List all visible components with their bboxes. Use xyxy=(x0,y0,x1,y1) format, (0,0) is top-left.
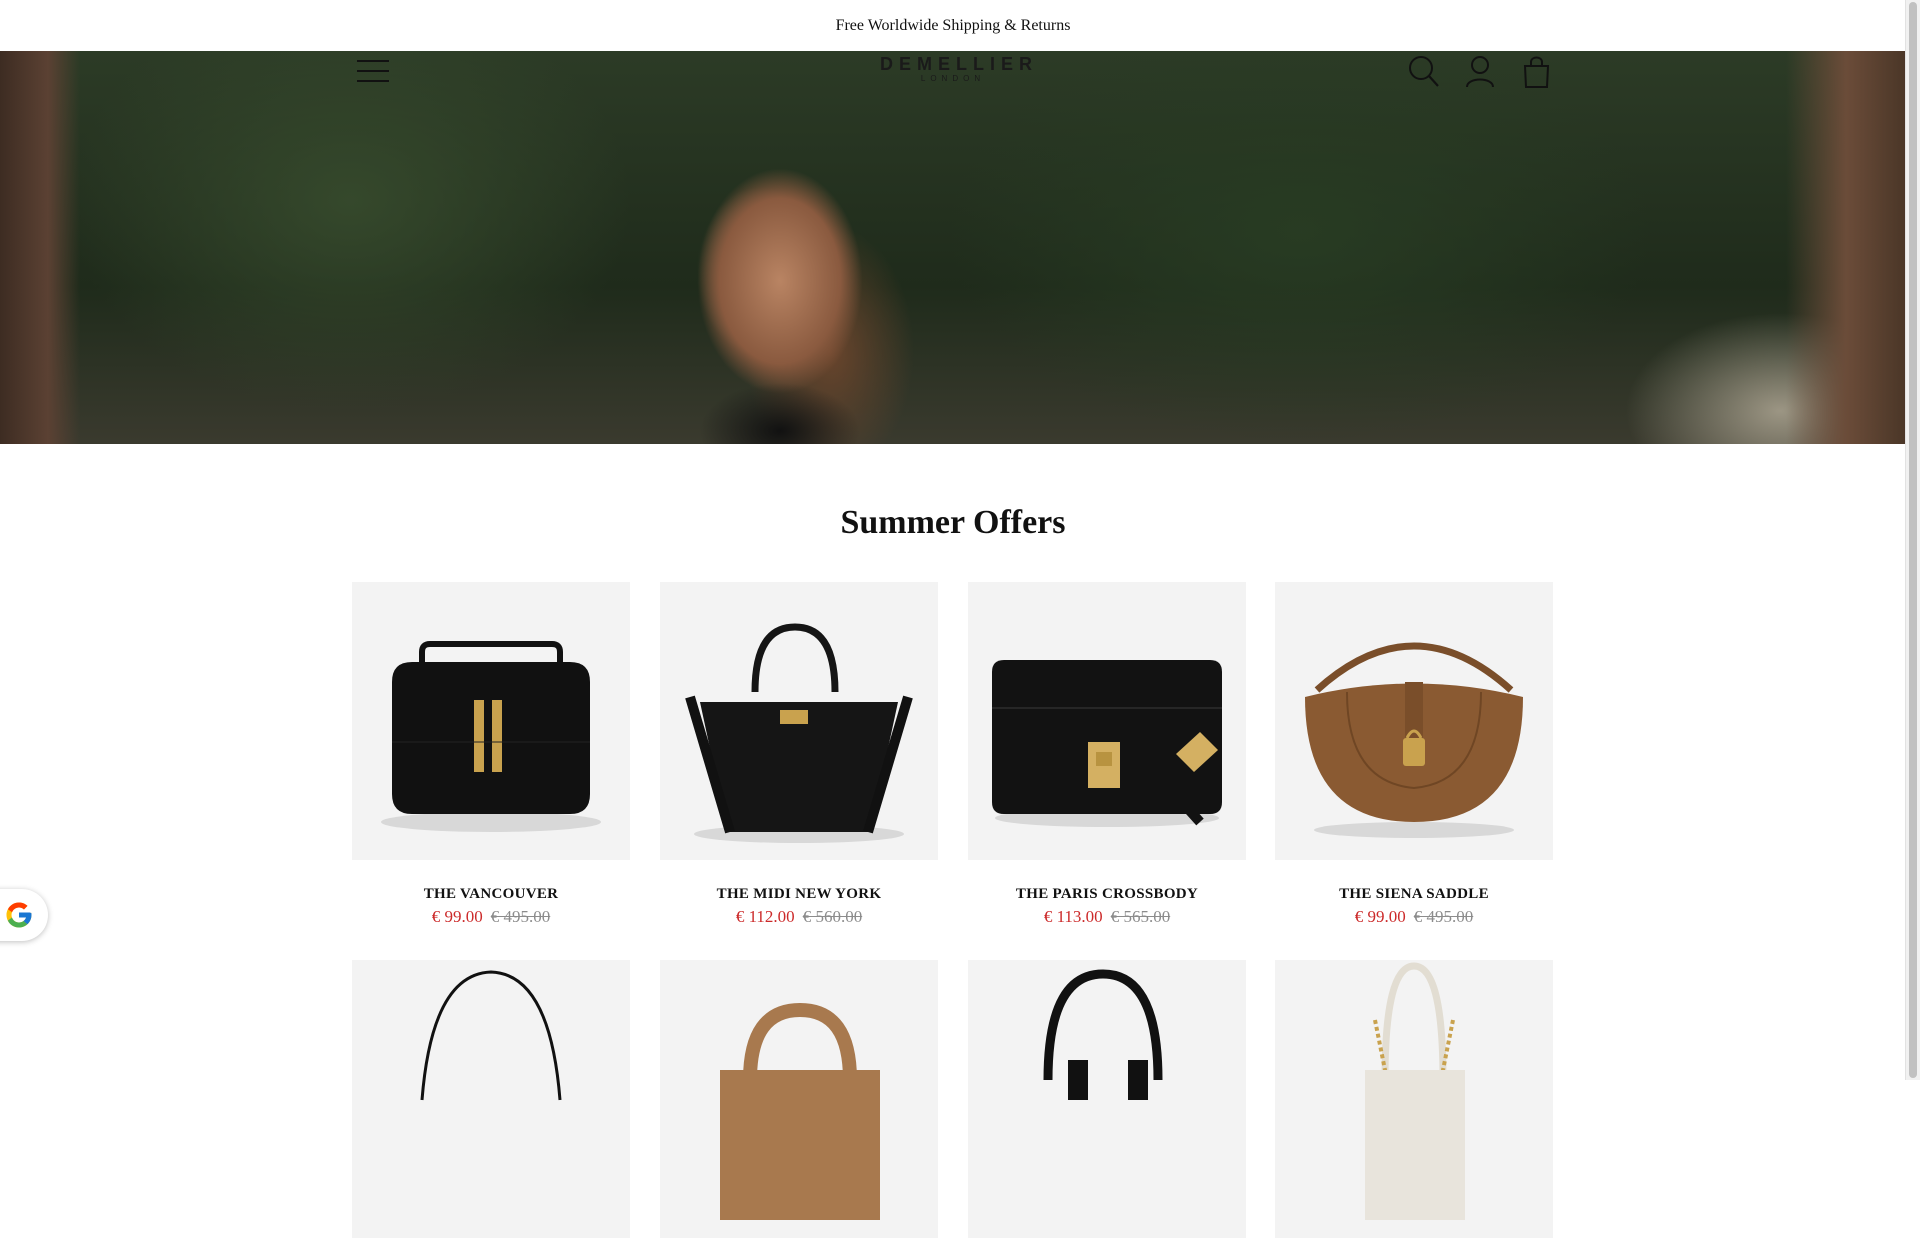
handbag-icon xyxy=(685,623,913,843)
account-icon[interactable] xyxy=(1463,53,1497,89)
product-card[interactable]: THE SIENA SADDLE € 99.00 € 495.00 xyxy=(1275,582,1553,927)
sale-price: € 113.00 xyxy=(1043,907,1103,926)
product-price: € 113.00 € 565.00 xyxy=(968,907,1246,927)
original-price: € 495.00 xyxy=(490,907,551,926)
logo-wordmark: DEMELLIER xyxy=(880,54,1039,74)
product-image[interactable] xyxy=(968,960,1246,1238)
handbag-icon xyxy=(992,660,1222,827)
announcement-bar: Free Worldwide Shipping & Returns xyxy=(0,0,1906,51)
product-card[interactable] xyxy=(968,960,1246,1238)
product-card[interactable]: THE PARIS CROSSBODY € 113.00 € 565.00 xyxy=(968,582,1246,927)
product-price: € 99.00 € 495.00 xyxy=(1275,907,1553,927)
hero-model-dress xyxy=(680,371,880,444)
product-price: € 112.00 € 560.00 xyxy=(660,907,938,927)
page-scrollbar[interactable] xyxy=(1905,0,1920,1080)
product-name[interactable]: THE SIENA SADDLE xyxy=(1275,886,1553,903)
handbag-icon xyxy=(1043,969,1163,1100)
handbag-icon xyxy=(720,1002,880,1220)
menu-icon[interactable] xyxy=(357,60,389,82)
hero-tree-right xyxy=(1786,51,1906,444)
section-title: Summer Offers xyxy=(840,504,1066,541)
product-name[interactable]: THE VANCOUVER xyxy=(352,886,630,903)
sale-price: € 99.00 xyxy=(1354,907,1406,926)
sale-price: € 112.00 xyxy=(735,907,795,926)
hero-tree-left xyxy=(0,51,80,444)
brand-logo[interactable]: DEMELLIER LONDON xyxy=(880,54,1039,88)
product-card[interactable]: THE MIDI NEW YORK € 112.00 € 560.00 xyxy=(660,582,938,927)
product-image[interactable] xyxy=(1275,960,1553,1238)
product-image[interactable] xyxy=(660,960,938,1238)
product-card[interactable] xyxy=(1275,960,1553,1238)
bag-icon[interactable] xyxy=(1520,53,1554,89)
sale-price: € 99.00 xyxy=(431,907,483,926)
announcement-text: Free Worldwide Shipping & Returns xyxy=(835,16,1071,34)
product-image[interactable] xyxy=(352,960,630,1238)
search-icon[interactable] xyxy=(1407,53,1441,89)
product-card[interactable]: THE VANCOUVER € 99.00 € 495.00 xyxy=(352,582,630,927)
scrollbar-thumb[interactable] xyxy=(1909,2,1917,1078)
product-image[interactable] xyxy=(1275,582,1553,860)
logo-subtitle: LONDON xyxy=(920,74,986,83)
original-price: € 560.00 xyxy=(802,907,863,926)
handbag-icon xyxy=(1365,962,1465,1220)
original-price: € 495.00 xyxy=(1413,907,1474,926)
original-price: € 565.00 xyxy=(1110,907,1171,926)
handbag-icon xyxy=(1305,642,1523,838)
product-image[interactable] xyxy=(352,582,630,860)
handbag-icon xyxy=(381,641,601,832)
hero-banner[interactable] xyxy=(0,51,1906,444)
product-card[interactable] xyxy=(352,960,630,1238)
handbag-icon xyxy=(420,970,562,1101)
product-card[interactable] xyxy=(660,960,938,1238)
product-image[interactable] xyxy=(660,582,938,860)
product-price: € 99.00 € 495.00 xyxy=(352,907,630,927)
product-name[interactable]: THE MIDI NEW YORK xyxy=(660,886,938,903)
product-image[interactable] xyxy=(968,582,1246,860)
product-name[interactable]: THE PARIS CROSSBODY xyxy=(968,886,1246,903)
google-g-icon[interactable] xyxy=(0,889,48,941)
